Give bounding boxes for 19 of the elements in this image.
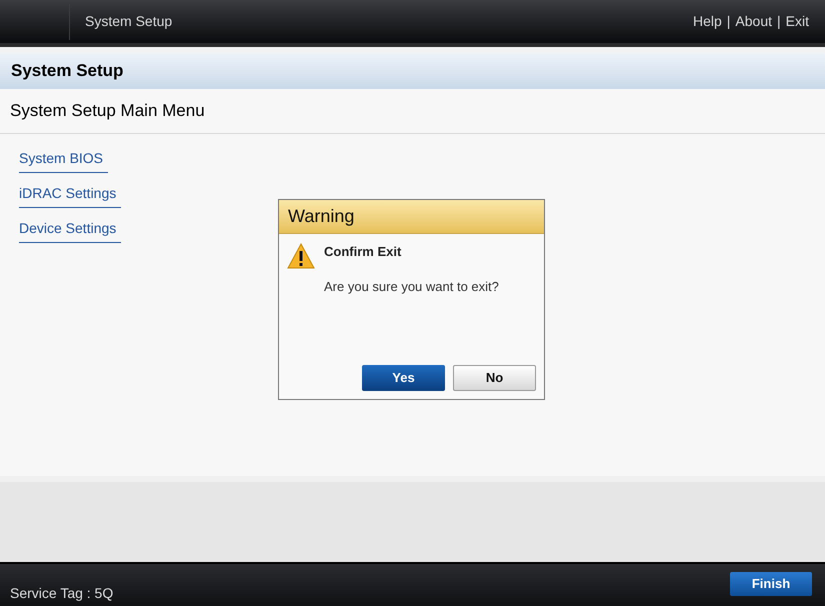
dialog-heading: Confirm Exit [324, 243, 402, 261]
service-tag: Service Tag : 5Q [10, 583, 114, 604]
page-title: System Setup [11, 60, 124, 82]
finish-button[interactable]: Finish [730, 572, 812, 596]
dialog-button[interactable]: No [453, 365, 536, 391]
menu-heading: System Setup Main Menu [10, 100, 205, 122]
warning-icon [287, 243, 315, 269]
header-link[interactable]: About [735, 11, 772, 32]
app-title: System Setup [85, 12, 172, 31]
menu-link[interactable]: iDRAC Settings [19, 183, 122, 208]
link-separator: | [777, 12, 781, 31]
menu-link[interactable]: System BIOS [19, 148, 108, 173]
header-link[interactable]: Help [692, 11, 722, 32]
header-link[interactable]: Exit [786, 11, 809, 32]
link-separator: | [726, 12, 730, 31]
menu-link[interactable]: Device Settings [19, 218, 122, 243]
dialog-title: Warning [288, 205, 354, 228]
dialog-button[interactable]: Yes [362, 365, 445, 391]
dialog-message: Are you sure you want to exit? [324, 278, 499, 296]
